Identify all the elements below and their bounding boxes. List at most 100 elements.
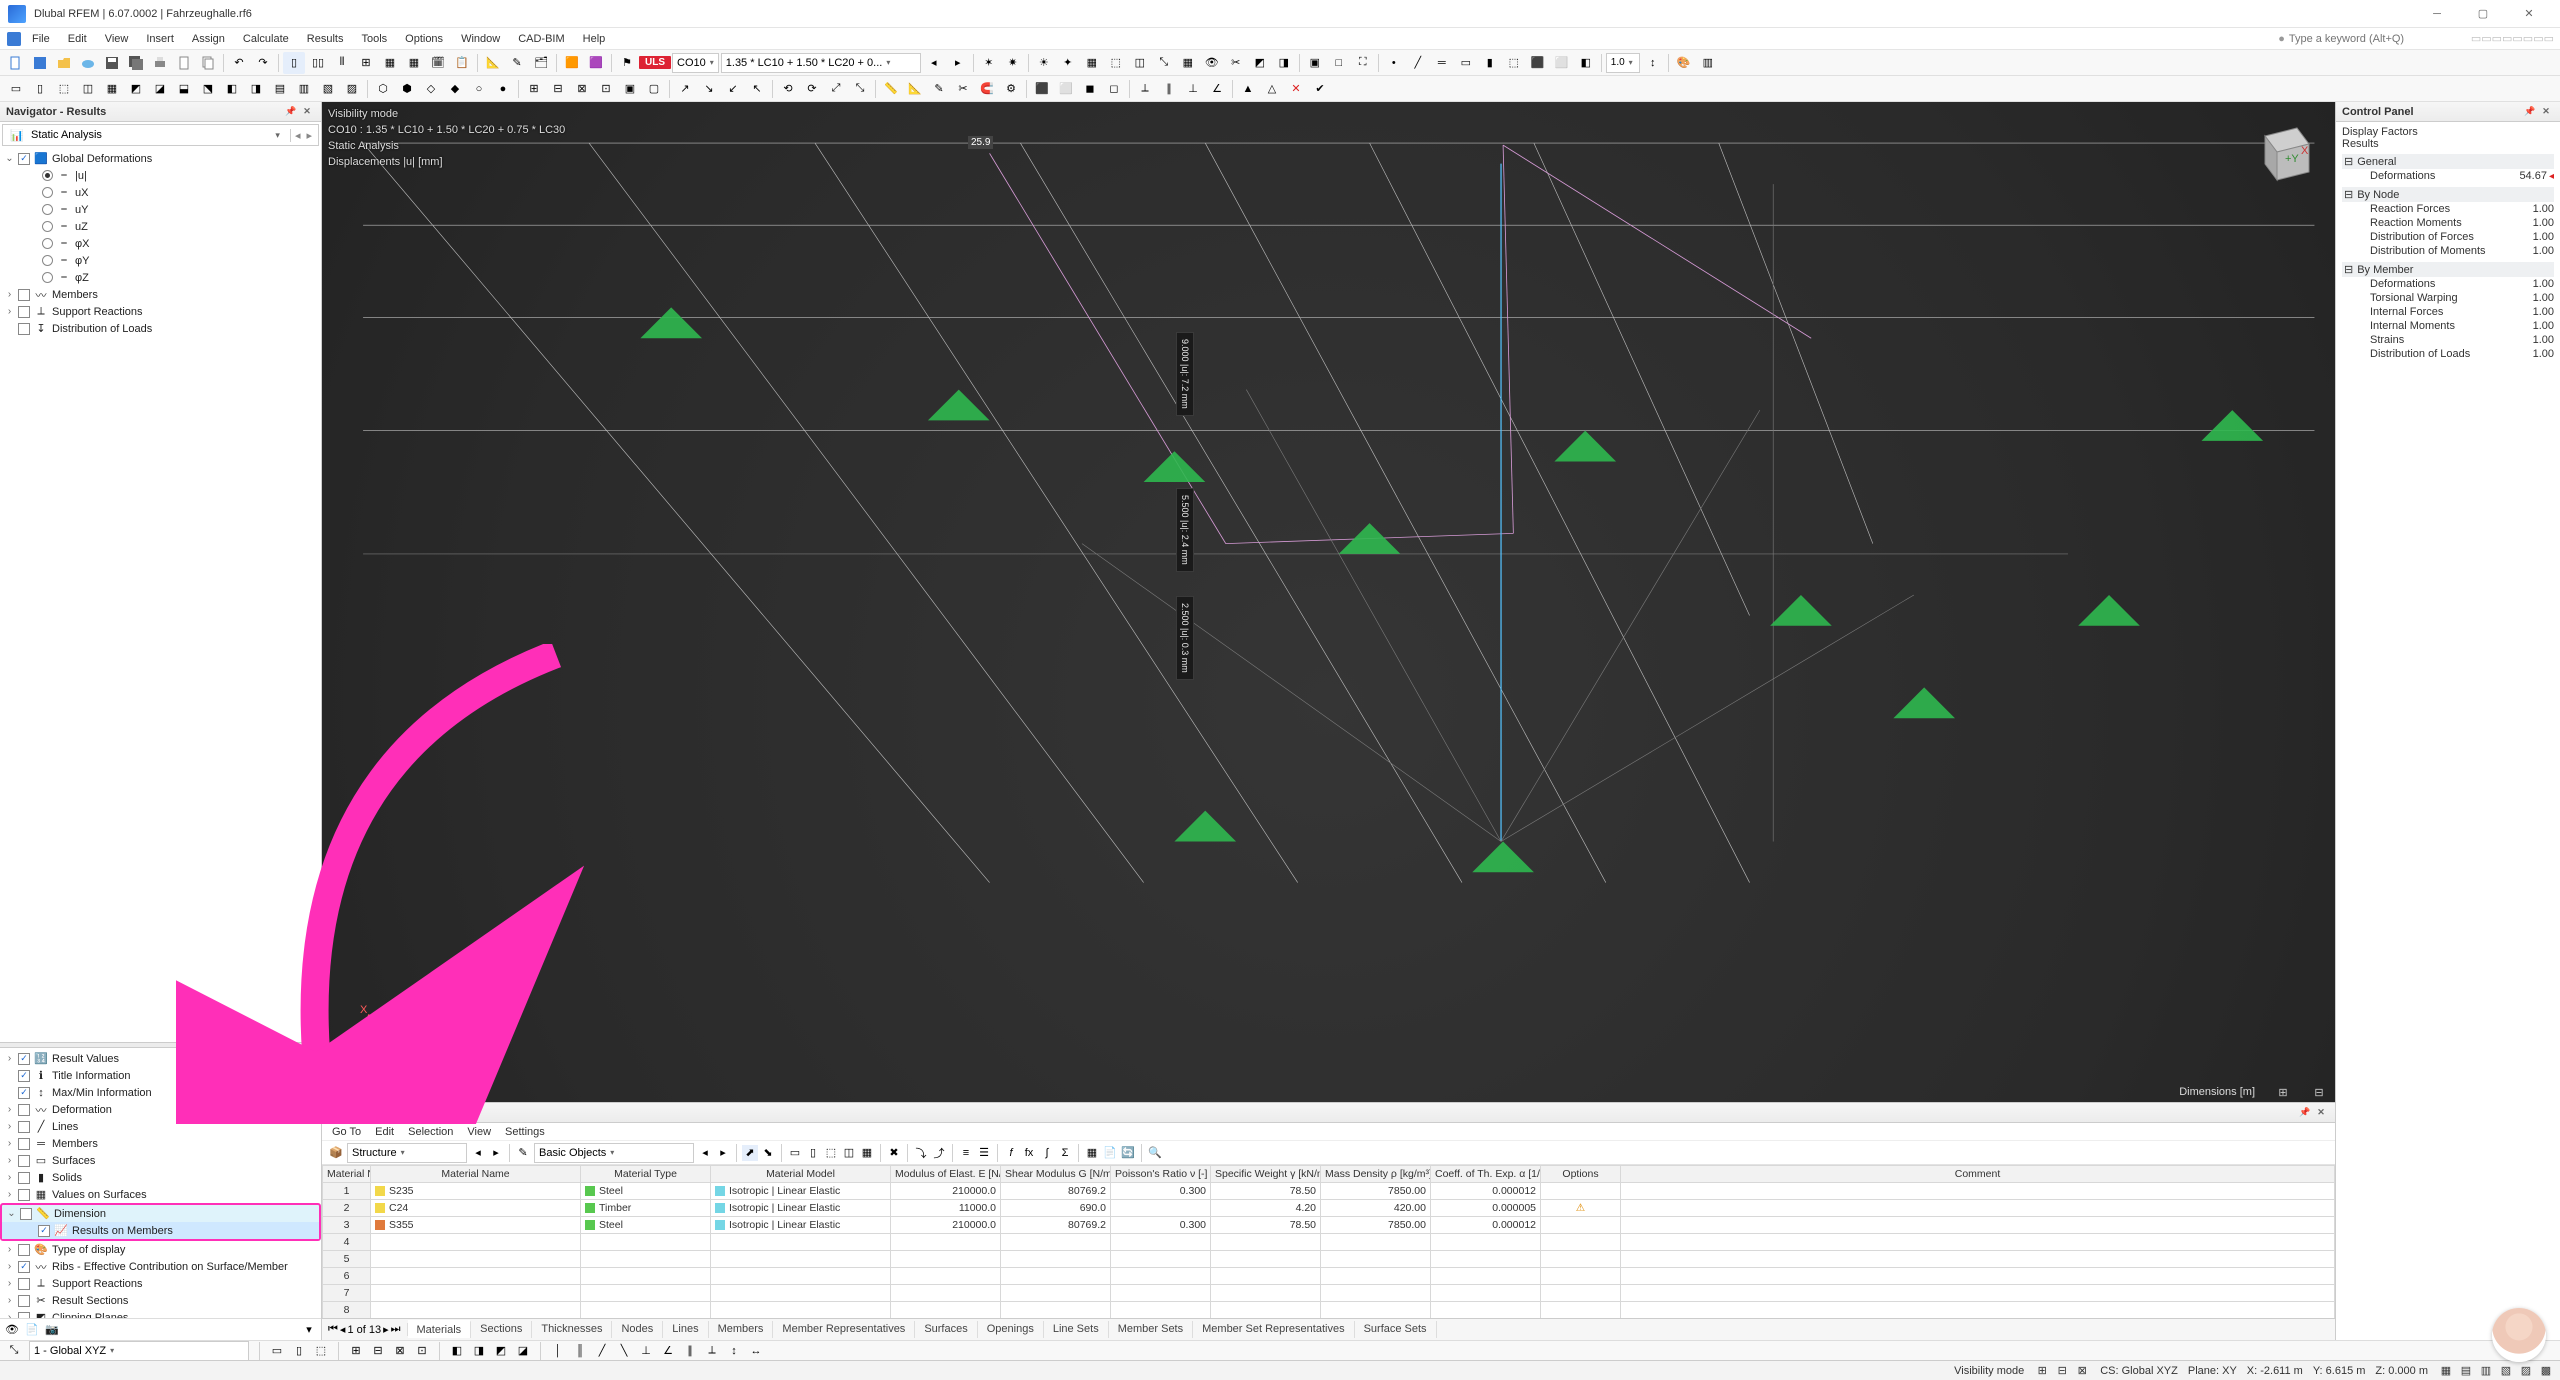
- view-single-icon[interactable]: ▯: [283, 52, 305, 74]
- rb-18-icon[interactable]: ∥: [682, 1343, 698, 1359]
- open-cloud-icon[interactable]: [77, 52, 99, 74]
- rb-15-icon[interactable]: ╲: [616, 1343, 632, 1359]
- render-b-icon[interactable]: ✦: [1057, 52, 1079, 74]
- tree-members[interactable]: ›〰Members: [0, 286, 321, 303]
- app-menu-icon[interactable]: [6, 31, 22, 47]
- tab-surface-sets[interactable]: Surface Sets: [1355, 1321, 1437, 1338]
- t2-9-icon[interactable]: ⬔: [197, 78, 219, 100]
- t2-20-icon[interactable]: ○: [468, 78, 490, 100]
- maximize-button[interactable]: ▢: [2460, 0, 2506, 28]
- node-icon[interactable]: •: [1383, 52, 1405, 74]
- table-row[interactable]: 8: [323, 1302, 2335, 1319]
- cp-bm-1[interactable]: Torsional Warping1.00: [2342, 291, 2554, 305]
- measure-icon[interactable]: 📐: [482, 52, 504, 74]
- solid-icon[interactable]: ▮: [1479, 52, 1501, 74]
- color-icon[interactable]: 🎨: [1673, 52, 1695, 74]
- mat-b2-icon[interactable]: ▯: [805, 1145, 821, 1161]
- open-icon[interactable]: [53, 52, 75, 74]
- t2-15-icon[interactable]: ▨: [341, 78, 363, 100]
- mat-exp-icon[interactable]: ⤴: [931, 1145, 947, 1161]
- cp-bynode-2[interactable]: Distribution of Forces1.00: [2342, 230, 2554, 244]
- rb-1-icon[interactable]: ▭: [269, 1343, 285, 1359]
- menu-assign[interactable]: Assign: [184, 31, 233, 47]
- t2-41-icon[interactable]: ⚙: [1000, 78, 1022, 100]
- menu-window[interactable]: Window: [453, 31, 508, 47]
- sel2-icon[interactable]: ⬛: [1527, 52, 1549, 74]
- materials-close-icon[interactable]: ✕: [2313, 1105, 2329, 1121]
- tree-support-reactions[interactable]: ›⟂Support Reactions: [0, 303, 321, 320]
- t2-37-icon[interactable]: 📐: [904, 78, 926, 100]
- next-lc-icon[interactable]: ▸: [947, 52, 969, 74]
- tree-lines[interactable]: ›╱Lines: [0, 1118, 321, 1135]
- mat-find-icon[interactable]: 🔍: [1147, 1145, 1163, 1161]
- copy-icon[interactable]: [197, 52, 219, 74]
- cp-bm-0[interactable]: Deformations1.00: [2342, 277, 2554, 291]
- t2-45-icon[interactable]: ◻: [1103, 78, 1125, 100]
- tab-line-sets[interactable]: Line Sets: [1044, 1321, 1109, 1338]
- mat-fx-icon[interactable]: f: [1003, 1145, 1019, 1161]
- mat-pick-icon[interactable]: ⬊: [760, 1145, 776, 1161]
- surf-icon[interactable]: ▭: [1455, 52, 1477, 74]
- grad-icon[interactable]: ▥: [1697, 52, 1719, 74]
- pager-prev-icon[interactable]: ◂: [340, 1323, 346, 1336]
- tree-results-on-members[interactable]: ✓📈Results on Members: [2, 1222, 319, 1239]
- tree-members2[interactable]: ›═Members: [0, 1135, 321, 1152]
- rb-16-icon[interactable]: ⊥: [638, 1343, 654, 1359]
- materials-grid[interactable]: Material No. Material Name Material Type…: [322, 1165, 2335, 1318]
- tree-result-values[interactable]: ›✓🔢Result Values: [0, 1050, 321, 1067]
- t2-31-icon[interactable]: ↖: [746, 78, 768, 100]
- mat-fx2-icon[interactable]: fx: [1021, 1145, 1037, 1161]
- render-c-icon[interactable]: ▦: [1081, 52, 1103, 74]
- col-com[interactable]: Comment: [1621, 1166, 2335, 1183]
- t2-22-icon[interactable]: ⊞: [523, 78, 545, 100]
- star2-icon[interactable]: ✷: [1002, 52, 1024, 74]
- mat-c2-icon[interactable]: ☰: [976, 1145, 992, 1161]
- mat-b5-icon[interactable]: ▦: [859, 1145, 875, 1161]
- status-a-icon[interactable]: ▦: [2438, 1363, 2454, 1379]
- navigator-tree-upper[interactable]: ⌄✓🟦 Global Deformations ⎯|u| ⎯uX ⎯uY ⎯uZ…: [0, 148, 321, 1042]
- t2-17-icon[interactable]: ⬢: [396, 78, 418, 100]
- status-b-icon[interactable]: ▤: [2458, 1363, 2474, 1379]
- cp-bm-3[interactable]: Internal Moments1.00: [2342, 319, 2554, 333]
- t2-36-icon[interactable]: 📏: [880, 78, 902, 100]
- view-cube-icon[interactable]: +Y X: [2245, 116, 2317, 188]
- t2-26-icon[interactable]: ▣: [619, 78, 641, 100]
- new-block-icon[interactable]: [29, 52, 51, 74]
- t2-7-icon[interactable]: ◪: [149, 78, 171, 100]
- lc2-icon[interactable]: 🟪: [585, 52, 607, 74]
- box-icon[interactable]: □: [1328, 52, 1350, 74]
- tree-title-info[interactable]: ✓ℹTitle Information: [0, 1067, 321, 1084]
- nav-tab-cam-icon[interactable]: 📷: [44, 1322, 60, 1338]
- new-icon[interactable]: [5, 52, 27, 74]
- view-4-icon[interactable]: ⊞: [355, 52, 377, 74]
- rb-10-icon[interactable]: ◩: [493, 1343, 509, 1359]
- close-button[interactable]: ✕: [2506, 0, 2552, 28]
- scale-combo[interactable]: 1.0▾: [1606, 53, 1640, 73]
- sel3-icon[interactable]: ⬜: [1551, 52, 1573, 74]
- mat-combo-structure[interactable]: Structure▾: [347, 1143, 467, 1163]
- view-cal-icon[interactable]: 🗓: [427, 52, 449, 74]
- minimize-button[interactable]: ─: [2414, 0, 2460, 28]
- tree-values-surf[interactable]: ›▦Values on Surfaces: [0, 1186, 321, 1203]
- rb-14-icon[interactable]: ╱: [594, 1343, 610, 1359]
- vp-tool-b-icon[interactable]: ⊟: [2311, 1084, 2327, 1100]
- mat-ref-icon[interactable]: 🔄: [1120, 1145, 1136, 1161]
- cs-combo[interactable]: 1 - Global XYZ▾: [29, 1341, 249, 1361]
- t2-3-icon[interactable]: ⬚: [53, 78, 75, 100]
- uls-badge[interactable]: ULS: [639, 56, 671, 69]
- t2-46-icon[interactable]: ⟂: [1134, 78, 1156, 100]
- menu-help[interactable]: Help: [575, 31, 614, 47]
- print-icon[interactable]: [149, 52, 171, 74]
- tab-members[interactable]: Members: [709, 1321, 774, 1338]
- tab-nodes[interactable]: Nodes: [612, 1321, 663, 1338]
- nav-prev-icon[interactable]: ◂: [290, 129, 301, 142]
- view-list-icon[interactable]: 📋: [451, 52, 473, 74]
- t2-25-icon[interactable]: ⊡: [595, 78, 617, 100]
- t2-12-icon[interactable]: ▤: [269, 78, 291, 100]
- status-e-icon[interactable]: ▨: [2518, 1363, 2534, 1379]
- t2-4-icon[interactable]: ◫: [77, 78, 99, 100]
- tree-ux[interactable]: ⎯uX: [0, 184, 321, 201]
- t2-47-icon[interactable]: ∥: [1158, 78, 1180, 100]
- render-e-icon[interactable]: ◫: [1129, 52, 1151, 74]
- tree-phix[interactable]: ⎯φX: [0, 235, 321, 252]
